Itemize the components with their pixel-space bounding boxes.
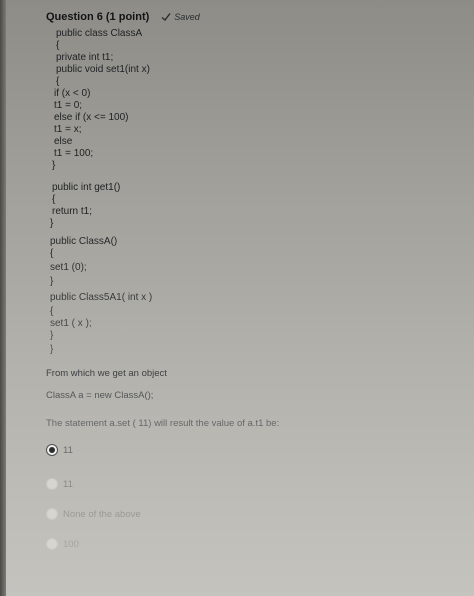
code-line: t1 = 100;: [54, 148, 94, 159]
prompt-question: The statement a.set ( 11) will result th…: [46, 418, 280, 429]
code-line: set1 (0);: [50, 262, 87, 273]
code-line: public void set1(int x): [56, 64, 150, 75]
check-icon: [161, 13, 171, 22]
option-label: 100: [63, 538, 79, 550]
code-line: else: [54, 136, 73, 147]
option-2[interactable]: 11: [46, 478, 73, 490]
code-line: }: [50, 218, 54, 229]
radio-button-selected[interactable]: [46, 444, 58, 456]
code-line: set1 ( x );: [50, 318, 92, 329]
code-line: public Class5A1( int x ): [50, 292, 153, 303]
code-line: }: [50, 276, 54, 287]
code-line: t1 = x;: [54, 124, 82, 135]
prompt-intro: From which we get an object: [46, 368, 167, 379]
code-line: {: [50, 248, 54, 259]
code-line: public int get1(): [52, 182, 121, 193]
radio-button[interactable]: [46, 508, 58, 520]
saved-label: Saved: [174, 12, 200, 22]
code-line: {: [52, 194, 56, 205]
code-line: {: [50, 306, 54, 317]
code-line: return t1;: [52, 206, 93, 217]
code-line: if (x < 0): [54, 88, 91, 99]
code-line: else if (x <= 100): [54, 112, 129, 123]
code-line: }: [52, 160, 56, 171]
option-1[interactable]: 11: [46, 444, 73, 456]
radio-button[interactable]: [46, 538, 58, 550]
code-line: private int t1;: [56, 52, 114, 63]
code-line: {: [56, 76, 60, 87]
radio-button[interactable]: [46, 478, 58, 490]
code-line: public ClassA(): [50, 236, 118, 247]
question-header: Question 6 (1 point) Saved: [46, 10, 200, 24]
code-line: t1 = 0;: [54, 100, 83, 111]
option-label: None of the above: [63, 508, 141, 520]
option-4[interactable]: 100: [46, 538, 79, 550]
code-line: public class ClassA: [56, 28, 143, 39]
code-line: }: [50, 330, 54, 341]
saved-indicator: Saved: [161, 12, 200, 22]
prompt-statement: ClassA a = new ClassA();: [46, 390, 154, 401]
window-edge: [0, 0, 6, 596]
option-label: 11: [63, 444, 73, 456]
option-label: 11: [63, 478, 73, 490]
code-line: }: [50, 344, 54, 355]
option-3[interactable]: None of the above: [46, 508, 141, 520]
question-title: Question 6 (1 point): [46, 11, 150, 23]
code-line: {: [56, 40, 60, 51]
